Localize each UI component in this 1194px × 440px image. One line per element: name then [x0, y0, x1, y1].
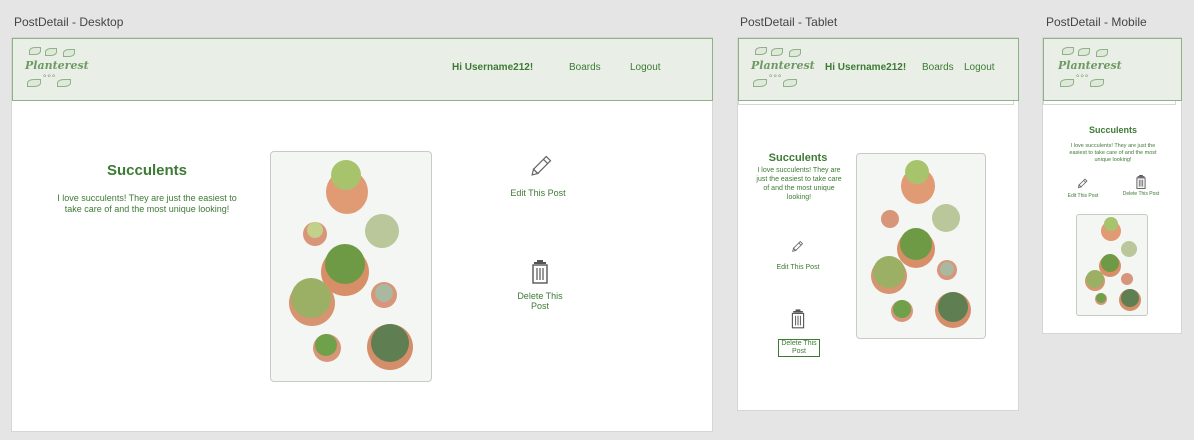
- navbar-divider: [738, 101, 1014, 105]
- nav-boards-link[interactable]: Boards: [922, 62, 954, 73]
- post-description: I love succulents! They are just the eas…: [57, 193, 237, 214]
- edit-post-button[interactable]: [527, 150, 557, 180]
- pencil-icon: [531, 155, 552, 176]
- frame-label-desktop: PostDetail - Desktop: [14, 15, 124, 29]
- logo-text: Planterest: [25, 59, 89, 72]
- post-title: Succulents: [1088, 125, 1137, 135]
- trash-icon: [791, 309, 805, 329]
- user-greeting: Hi Username212!: [452, 62, 534, 73]
- logo-text: Planterest: [751, 59, 815, 72]
- edit-post-button[interactable]: [790, 238, 806, 254]
- nav-logout-link[interactable]: Logout: [630, 62, 661, 73]
- edit-post-label[interactable]: Edit This Post: [776, 264, 820, 272]
- frame-label-mobile: PostDetail - Mobile: [1046, 15, 1147, 29]
- edit-post-label[interactable]: Edit This Post: [1061, 193, 1105, 199]
- delete-post-button[interactable]: [790, 309, 806, 329]
- logo[interactable]: Planterest ✿ ✿ ✿: [749, 47, 815, 89]
- delete-post-label[interactable]: Delete This Post: [512, 291, 568, 311]
- logo[interactable]: Planterest ✿ ✿ ✿: [23, 47, 89, 89]
- tablet-frame: Planterest ✿ ✿ ✿ Hi Username212! Boards …: [737, 37, 1019, 411]
- pencil-icon: [792, 240, 804, 252]
- post-image[interactable]: [856, 153, 986, 339]
- delete-post-button[interactable]: [530, 260, 550, 284]
- edit-post-button[interactable]: [1076, 176, 1090, 190]
- desktop-navbar: Planterest ✿ ✿ ✿ Hi Username212! Boards …: [12, 38, 713, 101]
- edit-post-label[interactable]: Edit This Post: [509, 188, 567, 198]
- logo-dots: ✿ ✿ ✿: [769, 73, 782, 78]
- logo-dots: ✿ ✿ ✿: [1076, 73, 1089, 78]
- navbar-divider: [1043, 101, 1176, 105]
- logo-text: Planterest: [1058, 59, 1122, 72]
- trash-icon: [532, 260, 548, 284]
- tablet-navbar: Planterest ✿ ✿ ✿ Hi Username212! Boards …: [738, 38, 1019, 101]
- frame-label-tablet: PostDetail - Tablet: [740, 15, 838, 29]
- trash-icon: [1136, 175, 1146, 189]
- mobile-frame: Planterest ✿ ✿ ✿ Succulents I love succu…: [1042, 37, 1182, 334]
- post-image[interactable]: [1076, 214, 1148, 316]
- mobile-navbar: Planterest ✿ ✿ ✿: [1043, 38, 1182, 101]
- logo-dots: ✿ ✿ ✿: [43, 73, 56, 78]
- nav-boards-link[interactable]: Boards: [569, 62, 601, 73]
- post-description: I love succulents! They are just the eas…: [756, 167, 842, 201]
- post-title: Succulents: [106, 162, 188, 179]
- delete-post-label[interactable]: Delete This Post: [778, 339, 820, 357]
- pencil-icon: [1077, 178, 1088, 189]
- nav-logout-link[interactable]: Logout: [964, 62, 995, 73]
- delete-post-button[interactable]: [1135, 175, 1147, 189]
- desktop-frame: Planterest ✿ ✿ ✿ Hi Username212! Boards …: [11, 37, 713, 432]
- post-description: I love succulents! They are just the eas…: [1069, 143, 1157, 163]
- logo[interactable]: Planterest ✿ ✿ ✿: [1056, 47, 1122, 89]
- post-title: Succulents: [768, 152, 828, 164]
- post-image[interactable]: [270, 151, 432, 382]
- user-greeting: Hi Username212!: [825, 62, 907, 73]
- delete-post-label[interactable]: Delete This Post: [1119, 191, 1163, 197]
